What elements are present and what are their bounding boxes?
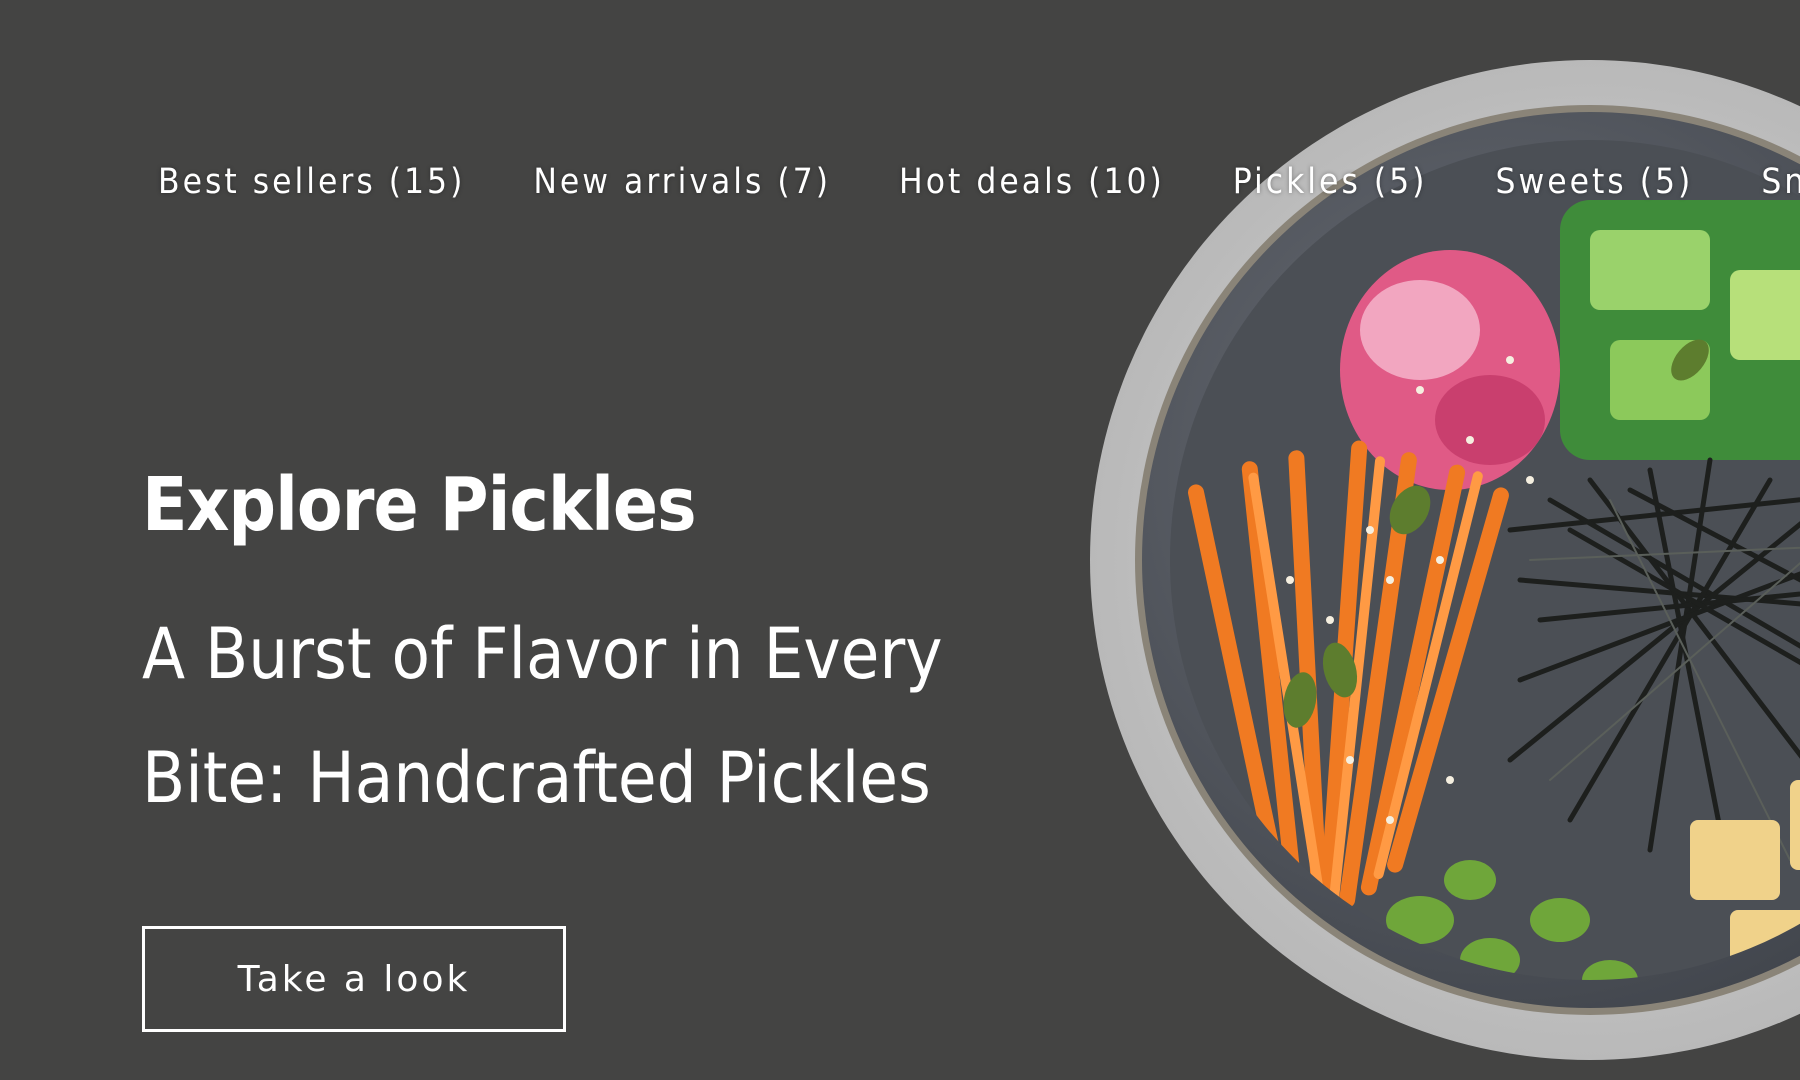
category-best-sellers[interactable]: Best sellers (15) <box>158 158 465 206</box>
category-new-arrivals[interactable]: New arrivals (7) <box>533 158 831 206</box>
category-snacks[interactable]: Snacks <box>1761 158 1800 206</box>
hero-text: Explore Pickles A Burst of Flavor in Eve… <box>142 460 1022 840</box>
hero-title: Explore Pickles <box>142 462 697 548</box>
hero-section: Best sellers (15) New arrivals (7) Hot d… <box>0 0 1800 1080</box>
category-hot-deals[interactable]: Hot deals (10) <box>899 158 1165 206</box>
category-sweets[interactable]: Sweets (5) <box>1495 158 1693 206</box>
take-a-look-button[interactable]: Take a look <box>142 926 566 1032</box>
hero-subtitle: A Burst of Flavor in Every Bite: Handcra… <box>142 613 943 819</box>
category-pickles[interactable]: Pickles (5) <box>1233 158 1428 206</box>
food-bowl-image <box>1090 60 1800 1060</box>
category-nav: Best sellers (15) New arrivals (7) Hot d… <box>158 158 1800 206</box>
